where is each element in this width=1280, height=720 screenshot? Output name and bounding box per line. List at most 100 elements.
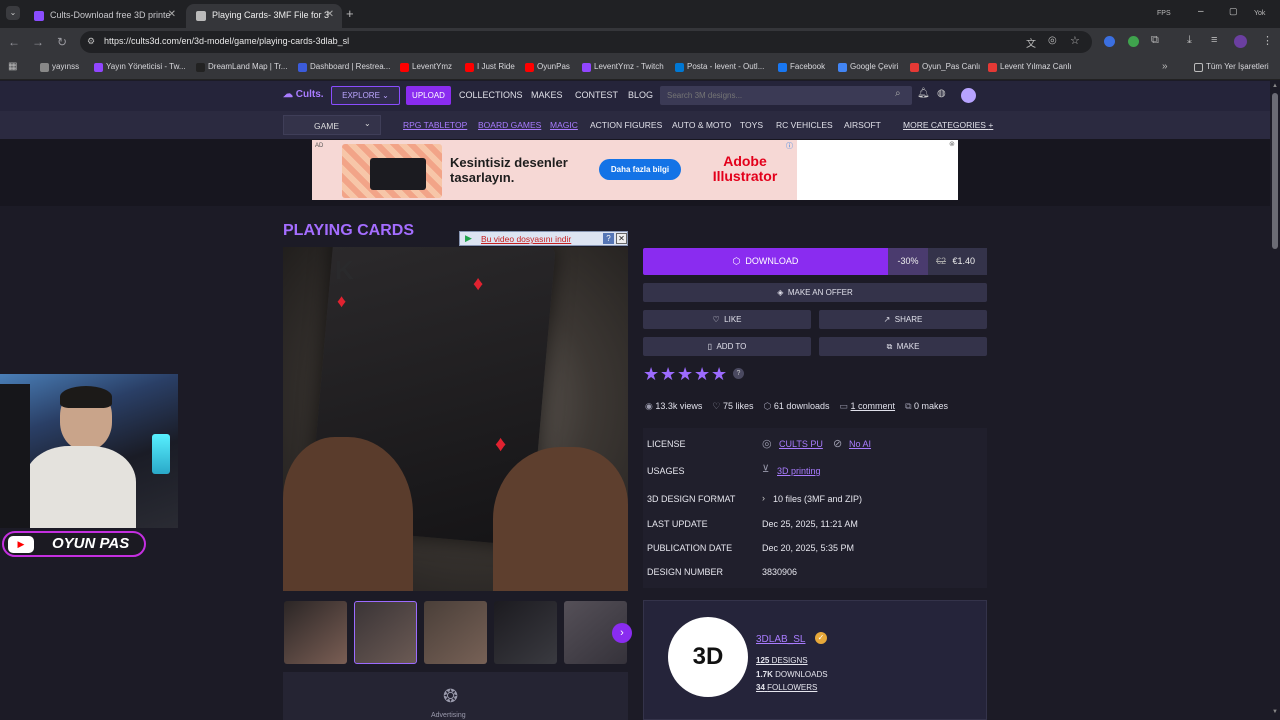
all-bookmarks-folder[interactable]: Tüm Yer İşaretleri xyxy=(1194,62,1269,72)
category-rpg-tabletop[interactable]: RPG TABLETOP xyxy=(403,120,467,130)
media-icon[interactable]: ≡ xyxy=(1211,34,1217,46)
bookmark-item[interactable]: yayınss xyxy=(40,62,79,72)
ad-cta-button[interactable]: Daha fazla bilgi xyxy=(599,159,681,180)
search-icon[interactable]: ⌕ xyxy=(895,88,901,99)
bookmark-item[interactable]: Yayın Yöneticisi - Tw... xyxy=(94,62,186,72)
bookmark-item[interactable]: OyunPas xyxy=(525,62,570,72)
nav-blog[interactable]: BLOG xyxy=(628,90,653,100)
bookmark-item[interactable]: LeventYmz xyxy=(400,62,452,72)
chevron-right-icon[interactable]: › xyxy=(762,493,765,503)
ad-banner[interactable]: AD Kesintisiz desenler tasarlayın. Daha … xyxy=(312,140,958,200)
category-board-games[interactable]: BOARD GAMES xyxy=(478,120,541,130)
new-tab-icon[interactable]: + xyxy=(346,6,354,21)
extension-icon[interactable] xyxy=(1104,36,1115,47)
reload-icon[interactable]: ↻ xyxy=(54,34,70,50)
gallery-thumbnail[interactable] xyxy=(424,601,487,664)
like-button[interactable]: ♡ LIKE xyxy=(643,310,811,329)
star-icon[interactable]: ★ xyxy=(643,364,659,385)
tab-list-menu-icon[interactable]: ⌄ xyxy=(6,6,20,20)
extensions-puzzle-icon[interactable]: ⧉ xyxy=(1151,34,1159,47)
bookmark-item[interactable]: Facebook xyxy=(778,62,825,72)
download-icon[interactable]: ⤓ xyxy=(1187,34,1192,47)
ad-info-icon[interactable]: ⓘ xyxy=(786,141,793,151)
forward-icon[interactable]: → xyxy=(30,34,46,50)
user-avatar[interactable] xyxy=(961,88,976,103)
close-tab-icon[interactable]: ✕ xyxy=(326,9,334,20)
translate-icon[interactable]: 文 xyxy=(1026,35,1036,50)
back-icon[interactable]: ← xyxy=(6,34,22,50)
format-value[interactable]: 10 files (3MF and ZIP) xyxy=(773,494,862,504)
star-icon[interactable]: ★ xyxy=(677,364,693,385)
category-airsoft[interactable]: AIRSOFT xyxy=(844,120,881,130)
bookmark-item[interactable]: Posta - levent - Outl... xyxy=(675,62,764,72)
nav-makes[interactable]: MAKES xyxy=(531,90,563,100)
minimize-icon[interactable]: – xyxy=(1198,6,1204,17)
designer-avatar[interactable]: 3D xyxy=(668,617,748,697)
tracking-icon[interactable]: ◎ xyxy=(1048,35,1057,46)
page-scrollbar[interactable]: ▲ ▼ xyxy=(1270,81,1280,720)
tab-playing-cards[interactable]: Playing Cards- 3MF File for 3 ✕ xyxy=(186,4,342,28)
nav-contest[interactable]: CONTEST xyxy=(575,90,618,100)
download-button[interactable]: ⬡ DOWNLOAD xyxy=(643,248,888,275)
maximize-icon[interactable]: ▢ xyxy=(1229,6,1238,17)
bookmark-item[interactable]: Dashboard | Restrea... xyxy=(298,62,390,72)
ad-close-icon[interactable]: ⊗ xyxy=(949,140,955,148)
extension-icon[interactable] xyxy=(1128,36,1139,47)
bookmark-item[interactable]: LeventYmz - Twitch xyxy=(582,62,664,72)
gallery-thumbnail[interactable] xyxy=(494,601,557,664)
help-icon[interactable]: ? xyxy=(603,233,614,244)
add-to-button[interactable]: ▯ ADD TO xyxy=(643,337,811,356)
close-icon[interactable]: ✕ xyxy=(616,233,627,244)
gallery-thumbnail[interactable] xyxy=(354,601,417,664)
search-input[interactable] xyxy=(660,86,912,105)
close-tab-icon[interactable]: ✕ xyxy=(168,9,176,20)
usages-link[interactable]: 3D printing xyxy=(777,466,821,476)
scroll-down-icon[interactable]: ▼ xyxy=(1272,709,1278,715)
bookmark-item[interactable]: Levent Yılmaz Canlı xyxy=(988,62,1071,72)
designer-followers[interactable]: 34 FOLLOWERS xyxy=(756,683,817,692)
profile-avatar[interactable] xyxy=(1234,35,1247,48)
scroll-up-icon[interactable]: ▲ xyxy=(1272,83,1278,89)
make-offer-button[interactable]: ◈ MAKE AN OFFER xyxy=(643,283,987,302)
bookmark-item[interactable]: Oyun_Pas Canlı xyxy=(910,62,980,72)
gallery-thumbnail[interactable] xyxy=(284,601,347,664)
category-toys[interactable]: TOYS xyxy=(740,120,763,130)
bookmark-item[interactable]: Google Çeviri xyxy=(838,62,898,72)
star-icon[interactable]: ★ xyxy=(711,364,727,385)
explore-button[interactable]: EXPLORE ⌄ xyxy=(331,86,400,105)
category-rc-vehicles[interactable]: RC VEHICLES xyxy=(776,120,833,130)
site-info-icon[interactable]: ⚙ xyxy=(87,36,95,47)
share-button[interactable]: ↗ SHARE xyxy=(819,310,987,329)
designer-designs[interactable]: 125 DESIGNS xyxy=(756,656,808,665)
cults-logo[interactable]: ☁ Cults. xyxy=(283,89,324,100)
category-action-figures[interactable]: ACTION FIGURES xyxy=(590,120,662,130)
chrome-menu-icon[interactable]: ⋮ xyxy=(1262,34,1273,47)
bookmark-star-icon[interactable]: ☆ xyxy=(1070,34,1080,47)
upload-button[interactable]: UPLOAD xyxy=(406,86,451,105)
main-product-image[interactable]: K ♦ ♦ ♦ ♦ xyxy=(283,247,628,591)
tab-cults-home[interactable]: Cults-Download free 3D printe ✕ xyxy=(24,4,184,28)
rating-help-icon[interactable]: ? xyxy=(733,368,744,379)
gallery-next-arrow-icon[interactable]: › xyxy=(612,623,632,643)
meta-table xyxy=(643,428,987,588)
bookmark-item[interactable]: I Just Ride xyxy=(465,62,515,72)
more-bookmarks-icon[interactable]: » xyxy=(1162,61,1168,72)
no-ai-link[interactable]: No AI xyxy=(849,439,871,449)
video-download-popup[interactable]: ▶ Bu video dosyasını indir ? ✕ xyxy=(459,231,628,246)
category-magic[interactable]: MAGIC xyxy=(550,120,578,130)
bookmark-item[interactable]: DreamLand Map | Tr... xyxy=(196,62,287,72)
make-button[interactable]: ⧉ MAKE xyxy=(819,337,987,356)
omnibox[interactable]: ⚙ https://cults3d.com/en/3d-model/game/p… xyxy=(80,31,1092,53)
category-select[interactable]: GAME ⌄ xyxy=(283,115,381,135)
category-auto-moto[interactable]: AUTO & MOTO xyxy=(672,120,731,130)
license-link[interactable]: CULTS PU xyxy=(779,439,823,449)
notification-bell-icon[interactable]: 🔔︎ xyxy=(917,88,930,99)
nav-collections[interactable]: COLLECTIONS xyxy=(459,90,523,100)
globe-icon[interactable]: ◍ xyxy=(937,88,946,99)
scrollbar-thumb[interactable] xyxy=(1272,93,1278,249)
star-icon[interactable]: ★ xyxy=(660,364,676,385)
designer-name-link[interactable]: 3DLAB_SL xyxy=(756,634,805,645)
star-icon[interactable]: ★ xyxy=(694,364,710,385)
more-categories-link[interactable]: MORE CATEGORIES + xyxy=(903,120,993,130)
comments-link[interactable]: 1 comment xyxy=(851,401,896,411)
